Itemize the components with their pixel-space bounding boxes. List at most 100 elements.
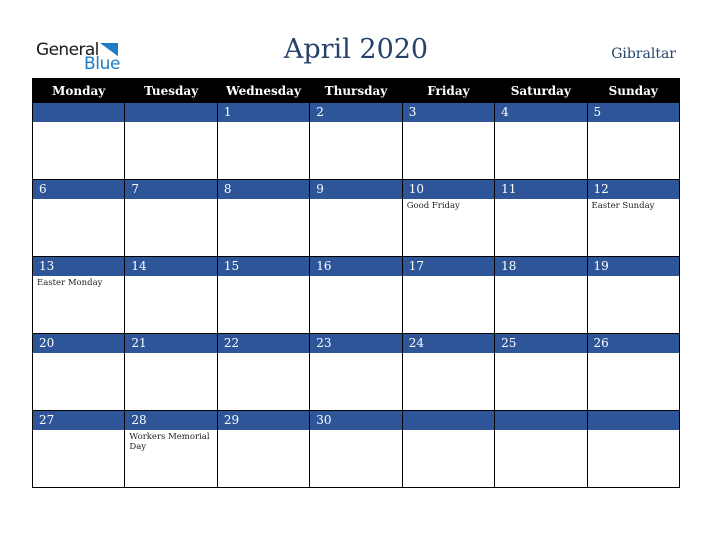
day-number: 8 xyxy=(217,180,310,199)
day-number: 20 xyxy=(33,334,125,353)
holiday-label xyxy=(218,276,309,278)
day-cell[interactable]: 22 xyxy=(216,333,311,411)
day-cell[interactable] xyxy=(124,102,218,180)
day-cell[interactable]: 19 xyxy=(586,256,681,334)
weekday-header: Friday xyxy=(401,78,496,103)
day-cell[interactable]: 4 xyxy=(494,102,588,180)
day-number: 30 xyxy=(310,411,402,430)
day-cell[interactable]: 8 xyxy=(216,179,311,257)
day-cell[interactable] xyxy=(31,102,126,180)
day-cell[interactable]: 17 xyxy=(401,256,496,334)
holiday-label xyxy=(33,430,124,432)
calendar-grid: Monday Tuesday Wednesday Thursday Friday… xyxy=(31,78,681,488)
holiday-label xyxy=(218,430,309,432)
day-number: 13 xyxy=(33,257,125,276)
holiday-label xyxy=(495,199,586,201)
day-cell[interactable] xyxy=(494,410,588,488)
holiday-label xyxy=(125,122,216,124)
page-title: April 2020 xyxy=(0,30,712,70)
holiday-label xyxy=(125,276,216,278)
country-label: Gibraltar xyxy=(611,46,676,62)
day-cell[interactable]: 13 Easter Monday xyxy=(31,256,126,334)
weekday-header: Tuesday xyxy=(124,78,218,103)
day-cell[interactable]: 10 Good Friday xyxy=(401,179,496,257)
day-cell[interactable]: 25 xyxy=(494,333,588,411)
holiday-label xyxy=(33,122,124,124)
holiday-label xyxy=(495,122,586,124)
holiday-label xyxy=(33,353,124,355)
day-number: 11 xyxy=(495,180,587,199)
day-number: 19 xyxy=(587,257,679,276)
holiday-label xyxy=(588,122,679,124)
holiday-label xyxy=(495,353,586,355)
day-number: 24 xyxy=(402,334,495,353)
day-number: 1 xyxy=(217,103,310,122)
week-row: 27 28 Workers Memorial Day 29 30 xyxy=(31,410,681,488)
day-number: 18 xyxy=(495,257,587,276)
day-cell[interactable]: 15 xyxy=(216,256,311,334)
day-number: 9 xyxy=(310,180,402,199)
week-row: 13 Easter Monday 14 15 16 17 18 19 xyxy=(31,256,681,334)
day-cell[interactable]: 14 xyxy=(124,256,218,334)
day-number xyxy=(125,103,217,122)
holiday-label xyxy=(495,430,586,432)
day-cell[interactable]: 16 xyxy=(309,256,403,334)
day-number: 7 xyxy=(125,180,217,199)
day-number: 23 xyxy=(310,334,402,353)
day-cell[interactable]: 9 xyxy=(309,179,403,257)
holiday-label xyxy=(403,353,494,355)
weekday-header-row: Monday Tuesday Wednesday Thursday Friday… xyxy=(31,78,681,103)
day-cell[interactable]: 6 xyxy=(31,179,126,257)
day-cell[interactable]: 30 xyxy=(309,410,403,488)
day-cell[interactable]: 3 xyxy=(401,102,496,180)
day-cell[interactable]: 11 xyxy=(494,179,588,257)
day-number xyxy=(495,411,587,430)
day-cell[interactable]: 27 xyxy=(31,410,126,488)
day-cell[interactable]: 2 xyxy=(309,102,403,180)
holiday-label: Good Friday xyxy=(406,201,460,211)
day-number: 29 xyxy=(217,411,310,430)
day-number: 21 xyxy=(125,334,217,353)
day-cell[interactable]: 29 xyxy=(216,410,311,488)
day-number: 3 xyxy=(402,103,495,122)
holiday-label xyxy=(310,122,401,124)
week-row: 20 21 22 23 24 25 26 xyxy=(31,333,681,411)
day-number xyxy=(402,411,495,430)
day-cell[interactable]: 18 xyxy=(494,256,588,334)
weekday-header: Thursday xyxy=(309,78,403,103)
holiday-label xyxy=(218,199,309,201)
holiday-label xyxy=(218,122,309,124)
holiday-label xyxy=(310,276,401,278)
day-number: 22 xyxy=(217,334,310,353)
week-row: 6 7 8 9 10 Good Friday 11 12 Easter Sunday xyxy=(31,179,681,257)
weekday-header: Wednesday xyxy=(216,78,311,103)
day-cell[interactable]: 21 xyxy=(124,333,218,411)
holiday-label xyxy=(588,353,679,355)
day-cell[interactable]: 26 xyxy=(586,333,681,411)
day-cell[interactable] xyxy=(586,410,681,488)
holiday-label xyxy=(495,276,586,278)
day-cell[interactable]: 5 xyxy=(586,102,681,180)
day-cell[interactable]: 28 Workers Memorial Day xyxy=(124,410,218,488)
day-cell[interactable]: 20 xyxy=(31,333,126,411)
weekday-header: Saturday xyxy=(494,78,588,103)
holiday-label xyxy=(310,353,401,355)
day-cell[interactable] xyxy=(401,410,496,488)
day-cell[interactable]: 7 xyxy=(124,179,218,257)
day-cell[interactable]: 23 xyxy=(309,333,403,411)
day-number: 2 xyxy=(310,103,402,122)
month-title: April 2020 xyxy=(283,34,429,65)
holiday-label xyxy=(403,276,494,278)
weekday-header: Monday xyxy=(31,78,126,103)
day-number xyxy=(587,411,679,430)
day-cell[interactable]: 12 Easter Sunday xyxy=(586,179,681,257)
day-cell[interactable]: 1 xyxy=(216,102,311,180)
day-cell[interactable]: 24 xyxy=(401,333,496,411)
holiday-label xyxy=(588,276,679,278)
holiday-label xyxy=(125,353,216,355)
day-number: 5 xyxy=(587,103,679,122)
day-number: 26 xyxy=(587,334,679,353)
holiday-label xyxy=(310,430,401,432)
day-number: 16 xyxy=(310,257,402,276)
day-number: 28 xyxy=(125,411,217,430)
